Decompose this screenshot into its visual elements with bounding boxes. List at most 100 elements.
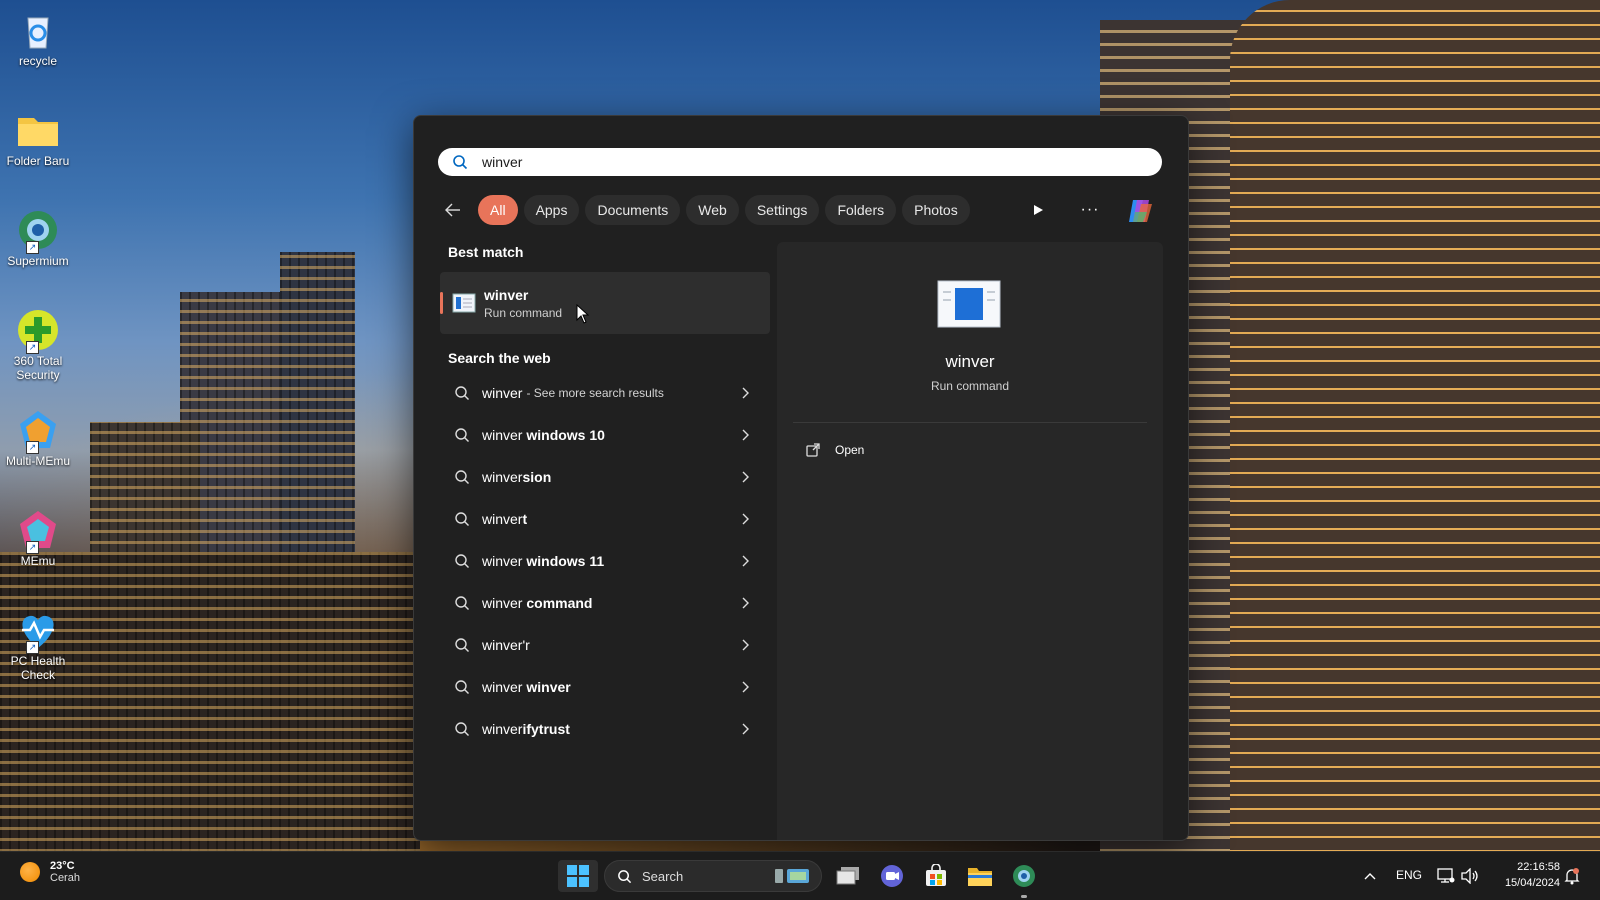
web-suggestion[interactable]: winver - See more search results [440,372,770,414]
volume-button[interactable] [1456,862,1484,890]
web-suggestion[interactable]: winversion [440,456,770,498]
best-match-heading: Best match [448,244,524,260]
weather-description: Cerah [50,872,80,884]
copilot-button[interactable] [1125,196,1155,226]
preview-title: winver [945,352,995,371]
suggestion-bold: t [522,511,528,527]
suggestion-bold: command [522,595,593,611]
desktop-icon-memu[interactable]: ↗ MEmu [2,508,74,568]
chevron-right-icon [742,681,749,693]
suggestion-bold: sion [522,469,552,485]
filter-all[interactable]: All [478,195,518,225]
search-icon [455,722,469,736]
desktop-icon-360-total-security[interactable]: ↗ 360 Total Security [2,308,74,382]
web-suggestion[interactable]: winverifytrust [440,708,770,750]
teams-chat-icon [881,865,903,887]
suggestion-text: winver [482,595,523,611]
filter-folders[interactable]: Folders [825,195,897,225]
desktop-icon-folder-baru[interactable]: Folder Baru [2,108,74,168]
more-filters-button[interactable] [1024,196,1052,224]
chevron-up-icon [1364,873,1376,880]
open-label: Open [835,443,865,457]
open-action[interactable]: Open [805,442,864,458]
start-button[interactable] [558,860,598,892]
filter-web[interactable]: Web [686,195,739,225]
best-match-subtitle: Run command [484,305,563,320]
weather-widget[interactable]: 23°C Cerah [20,860,80,884]
suggestion-text: winver'r [482,637,530,653]
web-suggestion[interactable]: winver winver [440,666,770,708]
language-indicator[interactable]: ENG [1396,868,1422,882]
search-icon [455,428,469,442]
back-button[interactable] [438,195,468,225]
search-box[interactable] [438,148,1162,176]
search-icon [455,596,469,610]
show-hidden-icons-button[interactable] [1356,862,1384,890]
desktop-icon-pc-health-check[interactable]: ↗ PC Health Check [2,608,74,682]
chevron-right-icon [742,471,749,483]
suggestion-text: winver [482,721,523,737]
multi-memu-icon: ↗ [16,408,60,454]
chevron-right-icon [742,429,749,441]
web-suggestion[interactable]: winver command [440,582,770,624]
desktop-icon-recycle[interactable]: recycle [2,8,74,68]
suggestion-text: winver [482,511,523,527]
bell-icon [1564,868,1580,885]
mouse-cursor-icon [576,304,590,324]
suggestion-bold: ifytrust [522,721,570,737]
filter-photos[interactable]: Photos [902,195,970,225]
file-explorer-icon [968,868,992,886]
filter-settings[interactable]: Settings [744,195,820,225]
suggestion-bold: windows 11 [522,553,605,569]
web-suggestion[interactable]: winver windows 11 [440,540,770,582]
taskbar-search-label: Search [642,868,684,884]
chevron-right-icon [742,723,749,735]
preview-subtitle: Run command [930,379,1010,393]
taskbar-search[interactable]: Search [604,860,822,892]
suggestion-text: winver [482,469,523,485]
supermium-browser-icon [1013,865,1035,887]
search-icon [453,155,468,170]
search-icon [455,680,469,694]
play-arrow-icon [1034,205,1043,215]
sun-icon [20,862,40,882]
memu-icon: ↗ [16,508,60,554]
recycle-bin-icon [16,8,60,52]
search-icon [455,638,469,652]
microsoft-store-button[interactable] [922,862,950,890]
clock[interactable]: 22:16:58 15/04/2024 [1505,859,1560,891]
preview-pane: winver Run command Open [777,242,1163,840]
microsoft-store-icon [926,864,946,886]
more-options-button[interactable]: ··· [1076,196,1104,224]
run-command-icon [452,293,476,313]
taskbar: 23°C Cerah Search ENG 22:16:58 15/04/202… [0,851,1600,900]
search-icon [455,470,469,484]
notifications-button[interactable] [1558,862,1586,890]
run-command-icon [937,280,1001,328]
teams-chat-button[interactable] [878,862,906,890]
wallpaper-tower [1230,0,1600,852]
desktop-icon-supermium[interactable]: ↗ Supermium [2,208,74,268]
best-match-item[interactable]: winver Run command [440,272,770,334]
search-input[interactable] [480,153,1084,171]
filter-documents[interactable]: Documents [585,195,681,225]
desktop-icon-label: Multi-MEmu [5,454,70,468]
desktop-icon-label: PC Health Check [10,654,66,682]
suggestion-bold: windows 10 [522,427,605,443]
weather-temperature: 23°C [50,860,75,872]
supermium-taskbar-button[interactable] [1010,862,1038,898]
filter-apps[interactable]: Apps [523,195,580,225]
desktop-icon-label: Supermium [7,254,69,268]
filter-bar: All Apps Documents Web Settings Folders … [438,194,970,226]
web-suggestion[interactable]: winver windows 10 [440,414,770,456]
web-suggestion[interactable]: winvert [440,498,770,540]
pc-health-check-icon: ↗ [16,608,60,654]
web-suggestion[interactable]: winver'r [440,624,770,666]
suggestion-bold: winver [522,679,571,695]
task-view-button[interactable] [834,862,862,890]
running-indicator [1021,895,1027,898]
network-icon [1437,868,1455,883]
chevron-right-icon [742,597,749,609]
file-explorer-button[interactable] [966,862,994,890]
desktop-icon-multi-memu[interactable]: ↗ Multi-MEmu [2,408,74,468]
